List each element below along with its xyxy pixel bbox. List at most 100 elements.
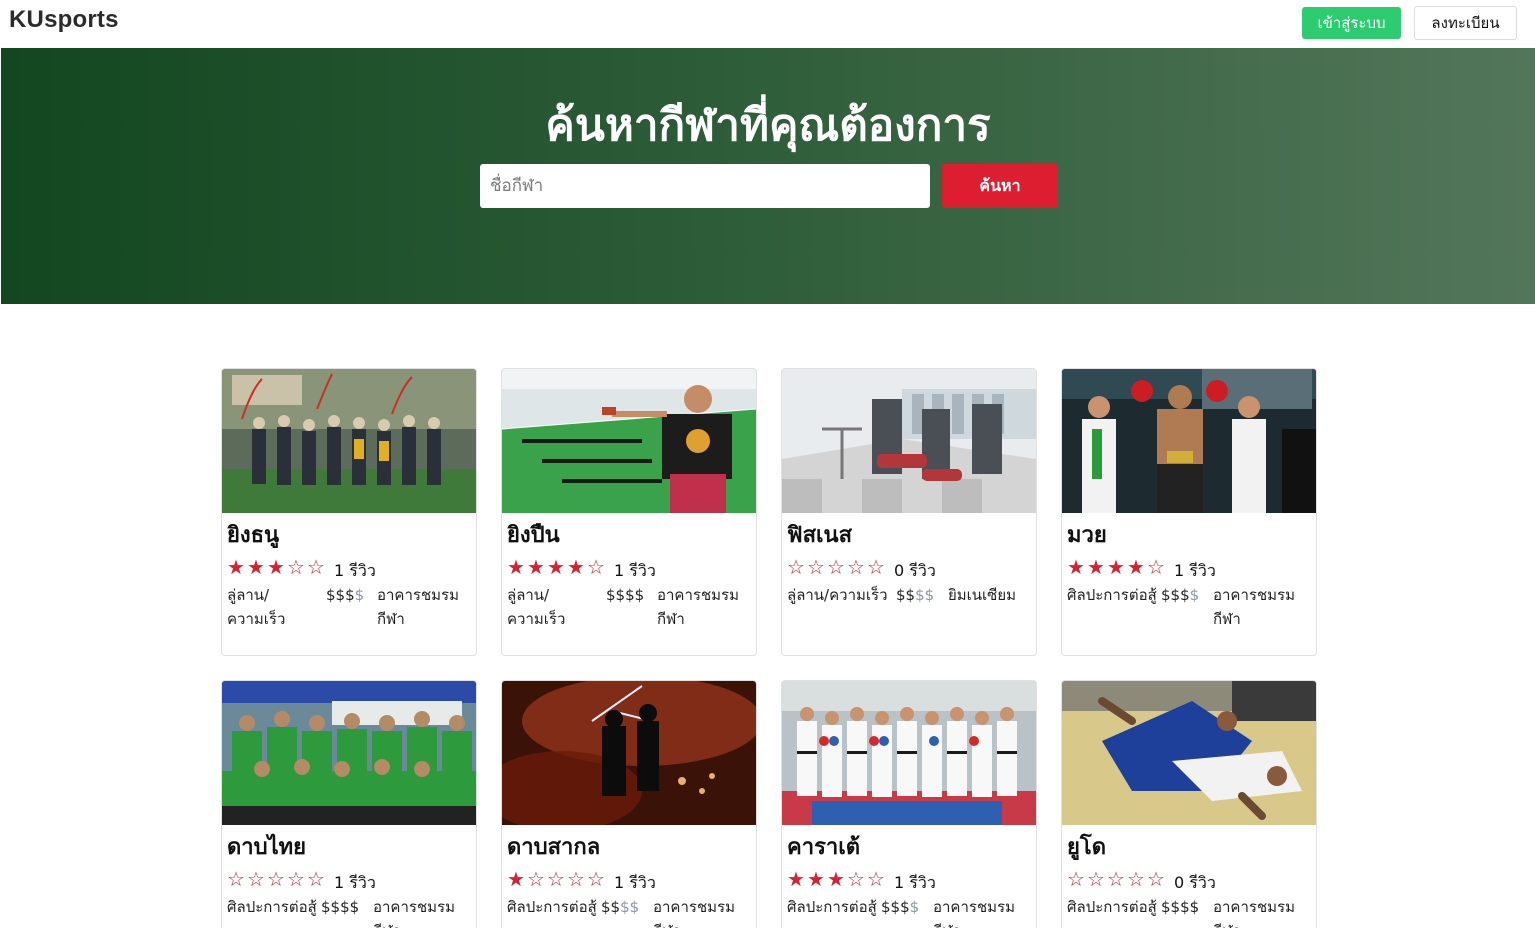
sport-category: ศิลปะการต่อสู้: [227, 898, 317, 916]
sport-location: อาคารชมรมกีฬา: [933, 898, 1015, 928]
sport-location: อาคารชมรมกีฬา: [1213, 586, 1295, 628]
star-filled-icon: ★: [827, 869, 845, 891]
price-level: $$$$: [601, 895, 639, 919]
star-filled-icon: ★: [547, 557, 565, 579]
sport-card-thai-sword[interactable]: ดาบไทย ☆ ☆ ☆ ☆ ☆ 1 รีวิว ศิลปะการต่อสู้ $$$$…: [221, 680, 477, 928]
star-filled-icon: ★: [567, 557, 585, 579]
sport-name: ฟิสเนส: [787, 523, 852, 548]
star-empty-icon: ☆: [807, 557, 825, 579]
review-count: 0 รีวิว: [894, 561, 936, 580]
navbar: KUsports เข้าสู่ระบบ ลงทะเบียน: [0, 0, 1535, 48]
price-active: $$$$: [321, 898, 360, 916]
sport-name: คาราเต้: [787, 835, 861, 860]
price-active: $$$: [326, 586, 355, 604]
star-filled-icon: ★: [227, 557, 245, 579]
sport-name: ยิงธนู: [227, 523, 280, 548]
star-empty-icon: ☆: [867, 557, 885, 579]
review-count: 1 รีวิว: [334, 873, 376, 892]
rating-stars: ☆ ☆ ☆ ☆ ☆: [786, 555, 886, 580]
price-level: $$$$: [606, 583, 644, 607]
star-filled-icon: ★: [1087, 557, 1105, 579]
sport-location: อาคารชมรมกีฬา: [377, 586, 459, 628]
star-empty-icon: ☆: [307, 557, 325, 579]
star-filled-icon: ★: [507, 557, 525, 579]
star-filled-icon: ★: [527, 557, 545, 579]
judo-photo: [1062, 681, 1316, 825]
rating-stars: ☆ ☆ ☆ ☆ ☆: [1066, 867, 1166, 892]
price-level: $$$$: [1161, 583, 1199, 607]
brand-logo[interactable]: KUsports: [9, 6, 119, 34]
price-inactive: $: [354, 586, 365, 604]
sport-name: ดาบไทย: [227, 835, 307, 860]
sport-name: ยูโด: [1067, 835, 1106, 860]
sport-search-input[interactable]: [480, 164, 930, 208]
sport-category: ศิลปะการต่อสู้: [787, 898, 877, 916]
review-count: 1 รีวิว: [334, 561, 376, 580]
price-level: $$$$: [881, 895, 919, 919]
fencing-photo: [502, 681, 756, 825]
review-count: 1 รีวิว: [614, 561, 656, 580]
login-button[interactable]: เข้าสู่ระบบ: [1302, 7, 1401, 39]
star-empty-icon: ☆: [567, 869, 585, 891]
star-empty-icon: ☆: [247, 869, 265, 891]
price-inactive: $: [1189, 586, 1200, 604]
sport-category: ลู่ลาน/ความเร็ว: [787, 586, 888, 604]
star-empty-icon: ☆: [1067, 869, 1085, 891]
price-inactive: $$: [915, 586, 935, 604]
star-empty-icon: ☆: [1087, 869, 1105, 891]
star-filled-icon: ★: [247, 557, 265, 579]
boxing-photo: [1062, 369, 1316, 513]
star-empty-icon: ☆: [847, 557, 865, 579]
price-inactive: $: [909, 898, 920, 916]
star-empty-icon: ☆: [1107, 869, 1125, 891]
fitness-photo: [782, 369, 1036, 513]
sport-card-shooting[interactable]: ยิงปืน ★ ★ ★ ★ ☆ 1 รีวิว ลู่ลาน/ความเร็ว $$$…: [501, 368, 757, 656]
rating-stars: ★ ★ ★ ☆ ☆: [226, 555, 326, 580]
rating-stars: ★ ☆ ☆ ☆ ☆: [506, 867, 606, 892]
star-empty-icon: ☆: [547, 869, 565, 891]
sport-card-karate[interactable]: คาราเต้ ★ ★ ★ ☆ ☆ 1 รีวิว ศิลปะการต่อสู้ $$$…: [781, 680, 1037, 928]
shooting-photo: [502, 369, 756, 513]
star-filled-icon: ★: [787, 869, 805, 891]
star-empty-icon: ☆: [587, 869, 605, 891]
sport-card-judo[interactable]: ยูโด ☆ ☆ ☆ ☆ ☆ 0 รีวิว ศิลปะการต่อสู้ $$$$ อ…: [1061, 680, 1317, 928]
price-inactive: $$: [620, 898, 640, 916]
price-level: $$$$: [321, 895, 359, 919]
star-empty-icon: ☆: [867, 869, 885, 891]
sport-card-archery[interactable]: ยิงธนู ★ ★ ★ ☆ ☆ 1 รีวิว ลู่ลาน/ความเร็ว $$$…: [221, 368, 477, 656]
price-level: $$$$: [326, 583, 364, 607]
sport-card-fencing[interactable]: ดาบสากล ★ ☆ ☆ ☆ ☆ 1 รีวิว ศิลปะการต่อสู้ $$$…: [501, 680, 757, 928]
rating-stars: ★ ★ ★ ★ ☆: [1066, 555, 1166, 580]
star-empty-icon: ☆: [587, 557, 605, 579]
register-button[interactable]: ลงทะเบียน: [1414, 6, 1517, 40]
star-filled-icon: ★: [1067, 557, 1085, 579]
star-filled-icon: ★: [1107, 557, 1125, 579]
price-level: $$$$: [896, 583, 934, 607]
sport-location: อาคารชมรมกีฬา: [653, 898, 735, 928]
search-hero: ค้นหากีฬาที่คุณต้องการ ค้นหา: [1, 48, 1535, 304]
price-active: $$$: [1161, 586, 1190, 604]
price-active: $$$$: [606, 586, 645, 604]
star-filled-icon: ★: [807, 869, 825, 891]
star-empty-icon: ☆: [787, 557, 805, 579]
star-empty-icon: ☆: [267, 869, 285, 891]
price-level: $$$$: [1161, 895, 1199, 919]
price-active: $$$: [881, 898, 910, 916]
star-empty-icon: ☆: [527, 869, 545, 891]
hero-title: ค้นหากีฬาที่คุณต้องการ: [545, 100, 991, 151]
star-empty-icon: ☆: [307, 869, 325, 891]
star-empty-icon: ☆: [827, 557, 845, 579]
star-empty-icon: ☆: [847, 869, 865, 891]
star-filled-icon: ★: [267, 557, 285, 579]
sport-category: ศิลปะการต่อสู้: [1067, 586, 1157, 604]
sport-card-boxing[interactable]: มวย ★ ★ ★ ★ ☆ 1 รีวิว ศิลปะการต่อสู้ $$$$ อา…: [1061, 368, 1317, 656]
sport-location: ยิมเนเซียม: [948, 586, 1017, 604]
sport-card-fitness[interactable]: ฟิสเนส ☆ ☆ ☆ ☆ ☆ 0 รีวิว ลู่ลาน/ความเร็ว $$$…: [781, 368, 1037, 656]
sport-location: อาคารชมรมกีฬา: [657, 586, 739, 628]
sport-location: อาคารชมรมกีฬา: [1213, 898, 1295, 928]
review-count: 1 รีวิว: [894, 873, 936, 892]
search-button[interactable]: ค้นหา: [942, 164, 1058, 208]
review-count: 0 รีวิว: [1174, 873, 1216, 892]
sport-name: มวย: [1067, 523, 1107, 548]
rating-stars: ★ ★ ★ ★ ☆: [506, 555, 606, 580]
